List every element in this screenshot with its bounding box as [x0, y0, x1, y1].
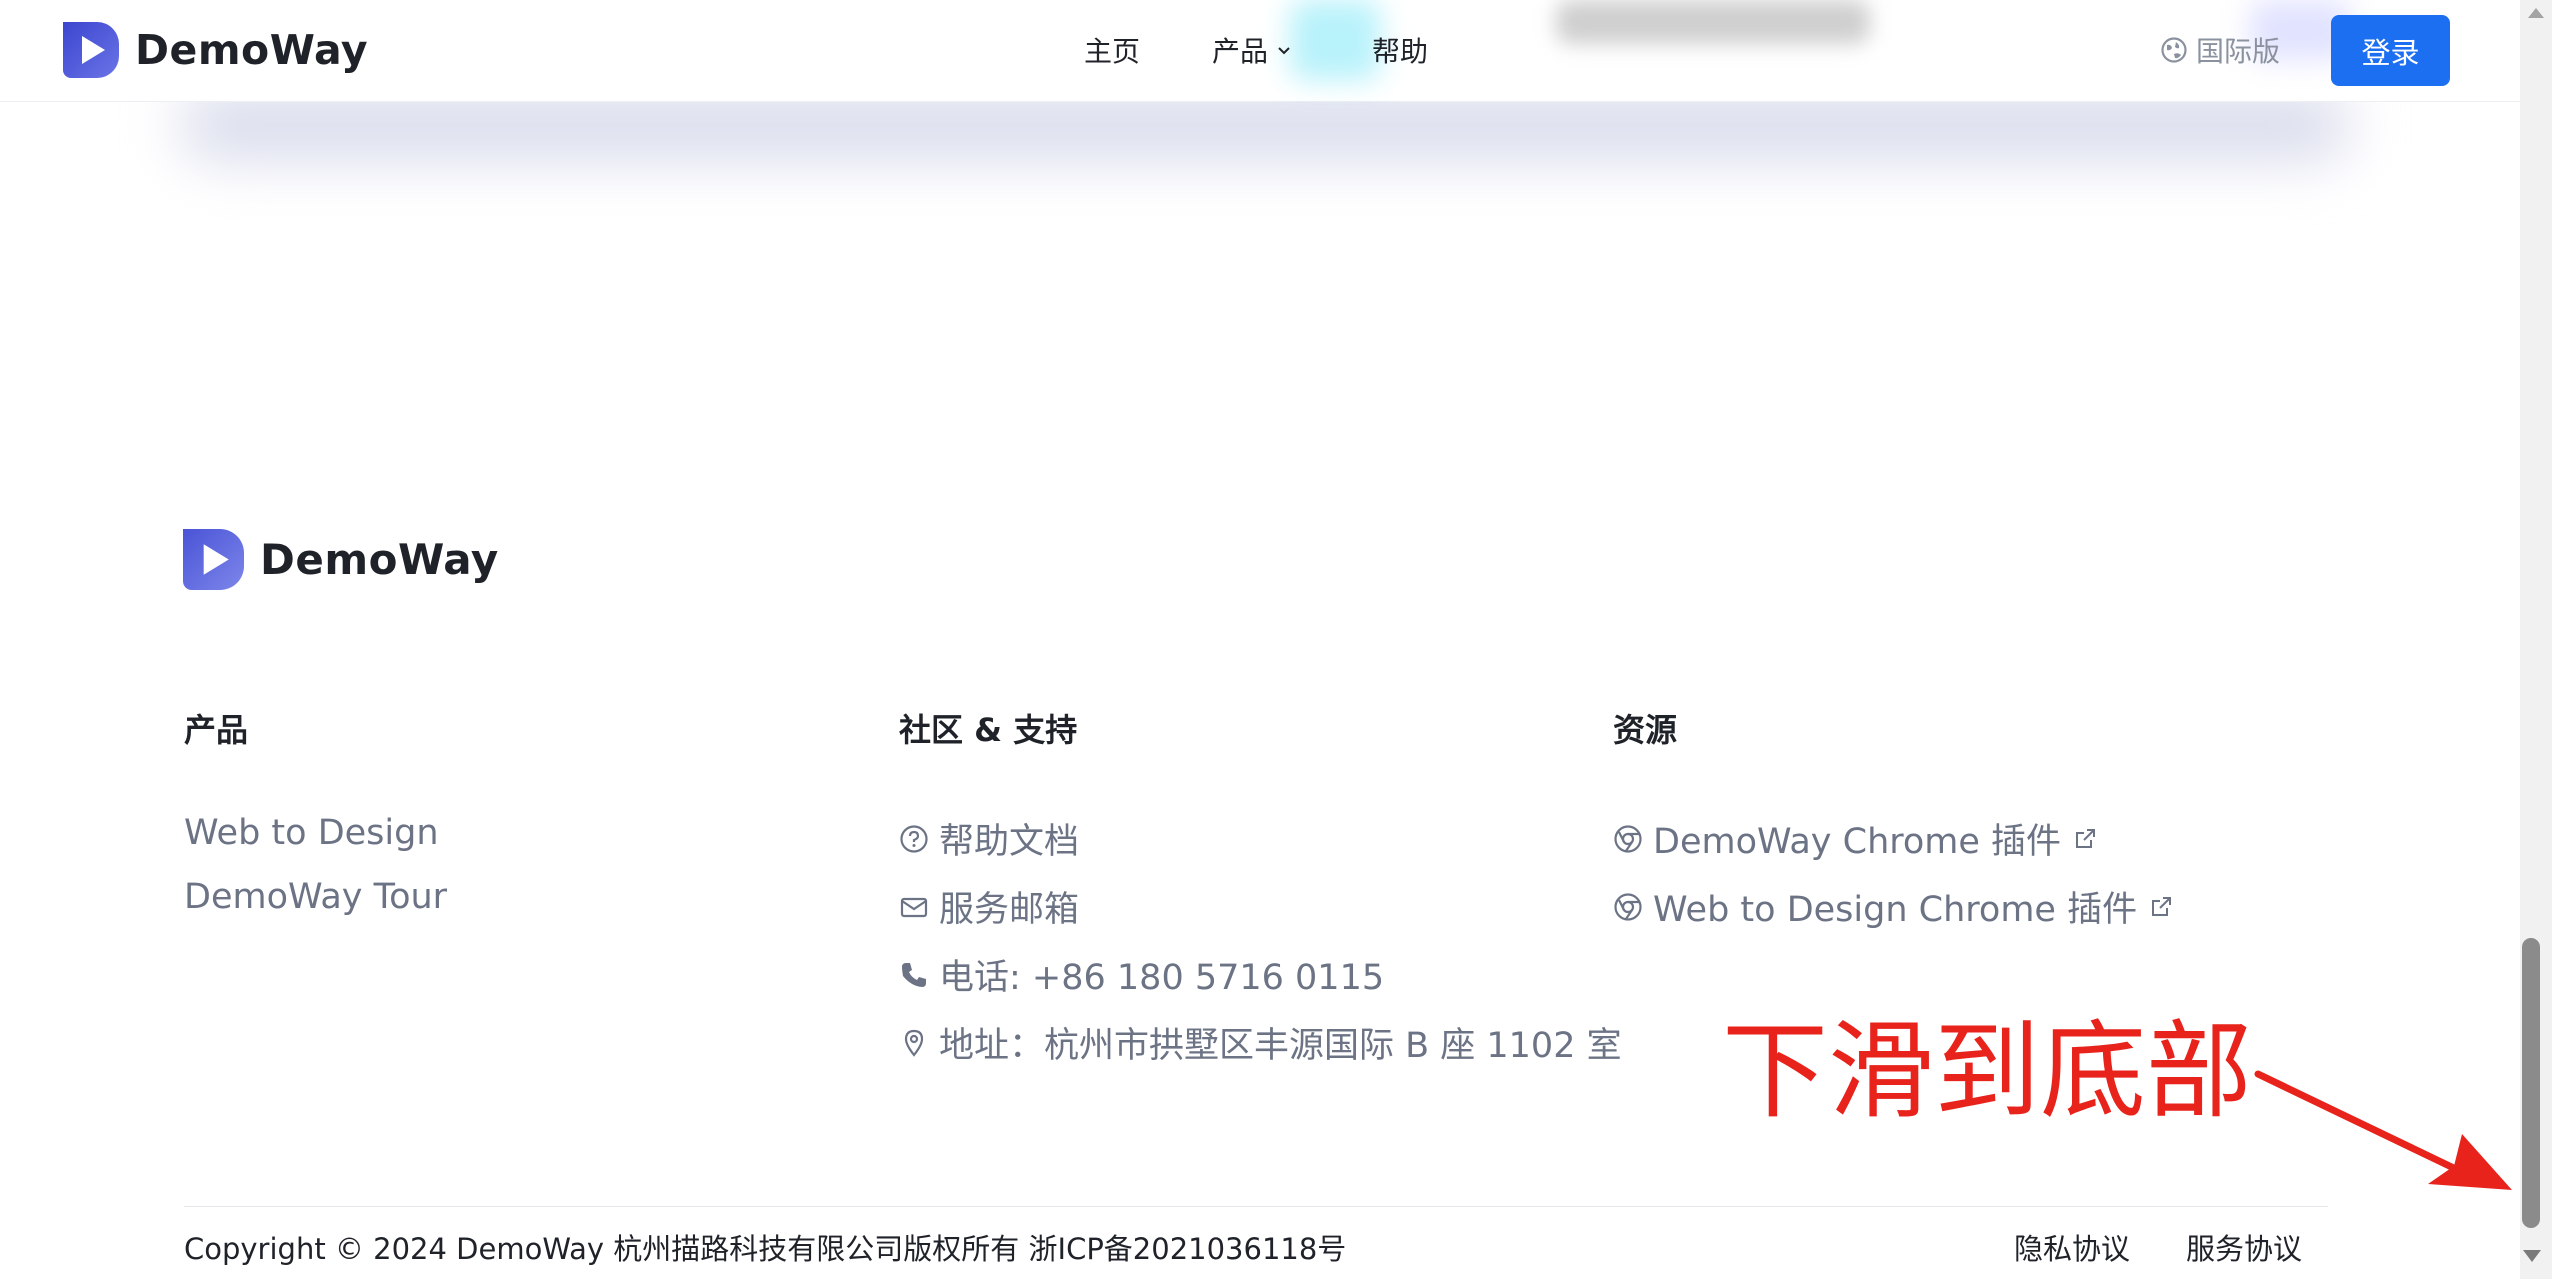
brand-name: DemoWay	[260, 535, 499, 584]
annotation-text: 下滑到底部	[1722, 1010, 2252, 1133]
footer-divider	[184, 1206, 2328, 1207]
header-logo[interactable]: DemoWay	[63, 22, 368, 78]
link-label: 帮助文档	[939, 822, 1080, 862]
address-text: 地址：杭州市拱墅区丰源国际 B 座 1102 室	[939, 1026, 1622, 1066]
demoway-logo-icon	[183, 529, 244, 590]
footer-link-service-email[interactable]: 服务邮箱	[899, 881, 1079, 932]
footer-link-web-to-design[interactable]: Web to Design	[184, 813, 439, 853]
international-switch[interactable]: 国际版	[2160, 30, 2280, 70]
external-link-icon	[2152, 896, 2172, 916]
demoway-logo-icon	[63, 22, 119, 78]
international-label: 国际版	[2196, 35, 2281, 68]
nav-products-label: 产品	[1212, 35, 1269, 68]
top-navbar: DemoWay 主页 产品 帮助 国际版 登录	[0, 0, 2520, 102]
footer-column-title-products: 产品	[184, 711, 249, 749]
privacy-policy-link[interactable]: 隐私协议	[2014, 1226, 2130, 1268]
brand-name: DemoWay	[135, 26, 369, 74]
footer-phone: 电话: +86 180 5716 0115	[899, 949, 1384, 1000]
phone-icon	[902, 962, 926, 987]
footer-logo[interactable]: DemoWay	[183, 529, 499, 590]
link-label: Web to Design Chrome 插件	[1653, 890, 2138, 930]
mail-icon	[900, 897, 928, 917]
phone-text: 电话: +86 180 5716 0115	[939, 958, 1385, 998]
login-button[interactable]: 登录	[2331, 15, 2450, 86]
link-label: DemoWay Chrome 插件	[1653, 822, 2062, 862]
nav-home[interactable]: 主页	[1084, 30, 1140, 70]
globe-icon	[2161, 37, 2187, 63]
external-link-icon	[2076, 828, 2096, 848]
link-label: 服务邮箱	[939, 890, 1080, 930]
footer-column-title-support: 社区 & 支持	[899, 711, 1078, 749]
footer-link-demoway-tour[interactable]: DemoWay Tour	[184, 877, 447, 917]
scroll-up-arrow-icon[interactable]	[2528, 8, 2544, 18]
nav-help[interactable]: 帮助	[1372, 30, 1428, 70]
footer-link-web-to-design-chrome-plugin[interactable]: Web to Design Chrome 插件	[1613, 881, 2173, 932]
chrome-icon	[1614, 892, 1642, 921]
terms-of-service-link[interactable]: 服务协议	[2186, 1226, 2302, 1268]
copyright-text: Copyright © 2024 DemoWay 杭州描路科技有限公司版权所有 …	[184, 1232, 1347, 1266]
footer-address: 地址：杭州市拱墅区丰源国际 B 座 1102 室	[899, 1017, 1622, 1068]
chrome-icon	[1614, 824, 1642, 853]
footer-link-help-docs[interactable]: 帮助文档	[899, 813, 1079, 864]
footer-column-title-resources: 资源	[1613, 711, 1678, 749]
scrollbar-thumb[interactable]	[2522, 938, 2540, 1228]
location-pin-icon	[904, 1029, 924, 1057]
decorative-blur	[1290, 0, 1380, 80]
nav-products[interactable]: 产品	[1212, 30, 1292, 70]
annotation-arrow-icon	[2254, 1070, 2512, 1190]
decorative-blur	[1556, 0, 1870, 44]
scroll-down-arrow-icon[interactable]	[2523, 1250, 2541, 1262]
question-circle-icon	[900, 824, 928, 853]
chevron-down-icon	[1278, 47, 1290, 55]
footer-link-demoway-chrome-plugin[interactable]: DemoWay Chrome 插件	[1613, 813, 2097, 864]
